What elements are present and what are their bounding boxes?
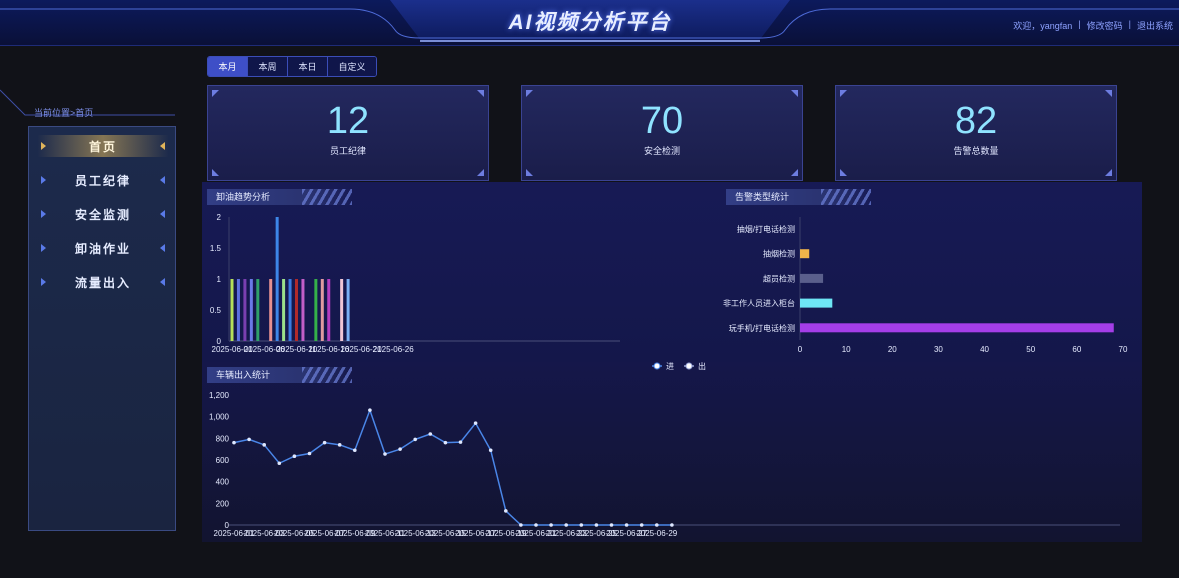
change-password-link[interactable]: 修改密码 <box>1087 19 1123 32</box>
corner-decoration <box>791 90 798 97</box>
tab-this-week[interactable]: 本周 <box>248 57 288 76</box>
corner-decoration <box>477 90 484 97</box>
stripe-decoration <box>302 367 352 383</box>
arrow-right-icon <box>41 142 46 150</box>
top-links: 欢迎，yangfan | 修改密码 | 退出系统 <box>1013 19 1173 32</box>
sidebar-item-label: 员工纪律 <box>74 173 131 188</box>
stat-card-total-alarms: 82 告警总数量 <box>835 85 1117 181</box>
separator: | <box>1128 19 1131 29</box>
corner-decoration <box>1105 90 1112 97</box>
top-bar: AI视频分析平台 欢迎，yangfan | 修改密码 | 退出系统 <box>0 0 1179 46</box>
corner-decoration <box>212 90 219 97</box>
stat-card-safety-detection: 70 安全检测 <box>521 85 803 181</box>
sidebar-item-traffic-flow[interactable]: 流量出入 <box>37 271 169 293</box>
welcome-text: 欢迎，yangfan <box>1013 21 1073 31</box>
corner-decoration <box>1105 169 1112 176</box>
breadcrumb: 当前位置>首页 <box>34 108 94 118</box>
section-header-unload-trend: 卸油趋势分析 <box>207 189 352 205</box>
corner-decoration <box>840 90 847 97</box>
corner-decoration <box>840 169 847 176</box>
arrow-left-icon <box>160 210 165 218</box>
separator: | <box>1078 19 1081 29</box>
sidebar-item-label: 卸油作业 <box>74 241 131 256</box>
arrow-right-icon <box>41 278 46 286</box>
sidebar-item-safety-monitoring[interactable]: 安全监测 <box>37 203 169 225</box>
tab-this-month[interactable]: 本月 <box>208 57 248 76</box>
corner-decoration <box>791 169 798 176</box>
stripe-decoration <box>821 189 871 205</box>
section-header-vehicle-flow: 车辆出入统计 <box>207 367 352 383</box>
date-range-tabs: 本月 本周 本日 自定义 <box>207 56 377 77</box>
stat-card-staff-discipline: 12 员工纪律 <box>207 85 489 181</box>
sidebar-decoration <box>0 89 175 116</box>
stripe-decoration <box>302 189 352 205</box>
corner-decoration <box>477 169 484 176</box>
section-title: 车辆出入统计 <box>216 370 271 380</box>
corner-decoration <box>212 169 219 176</box>
charts-panel-top <box>202 182 1142 362</box>
corner-decoration <box>526 169 533 176</box>
sidebar-item-label: 首页 <box>88 139 117 154</box>
stat-label: 告警总数量 <box>953 146 999 156</box>
tab-custom[interactable]: 自定义 <box>328 57 376 76</box>
section-title: 告警类型统计 <box>735 192 790 202</box>
arrow-right-icon <box>41 210 46 218</box>
arrow-right-icon <box>41 176 46 184</box>
arrow-right-icon <box>41 244 46 252</box>
corner-decoration <box>526 90 533 97</box>
sidebar-item-staff-discipline[interactable]: 员工纪律 <box>37 169 169 191</box>
sidebar-item-oil-unloading[interactable]: 卸油作业 <box>37 237 169 259</box>
stat-label: 员工纪律 <box>329 146 366 156</box>
logout-link[interactable]: 退出系统 <box>1137 19 1173 32</box>
section-header-alarm-types: 告警类型统计 <box>726 189 871 205</box>
stat-value: 12 <box>326 100 370 142</box>
stat-value: 70 <box>640 100 684 142</box>
sidebar-item-home[interactable]: 首页 <box>37 135 169 157</box>
sidebar: 首页 员工纪律 安全监测 卸油作业 流量出入 <box>28 126 176 531</box>
charts-panel-bottom <box>202 362 1142 542</box>
arrow-left-icon <box>160 244 165 252</box>
app-title: AI视频分析平台 <box>508 11 672 34</box>
tab-today[interactable]: 本日 <box>288 57 328 76</box>
section-title: 卸油趋势分析 <box>216 192 271 202</box>
sidebar-item-label: 流量出入 <box>74 275 131 290</box>
stat-label: 安全检测 <box>643 146 680 156</box>
sidebar-item-label: 安全监测 <box>74 207 131 222</box>
arrow-left-icon <box>160 142 165 150</box>
arrow-left-icon <box>160 278 165 286</box>
arrow-left-icon <box>160 176 165 184</box>
stat-value: 82 <box>954 100 998 142</box>
